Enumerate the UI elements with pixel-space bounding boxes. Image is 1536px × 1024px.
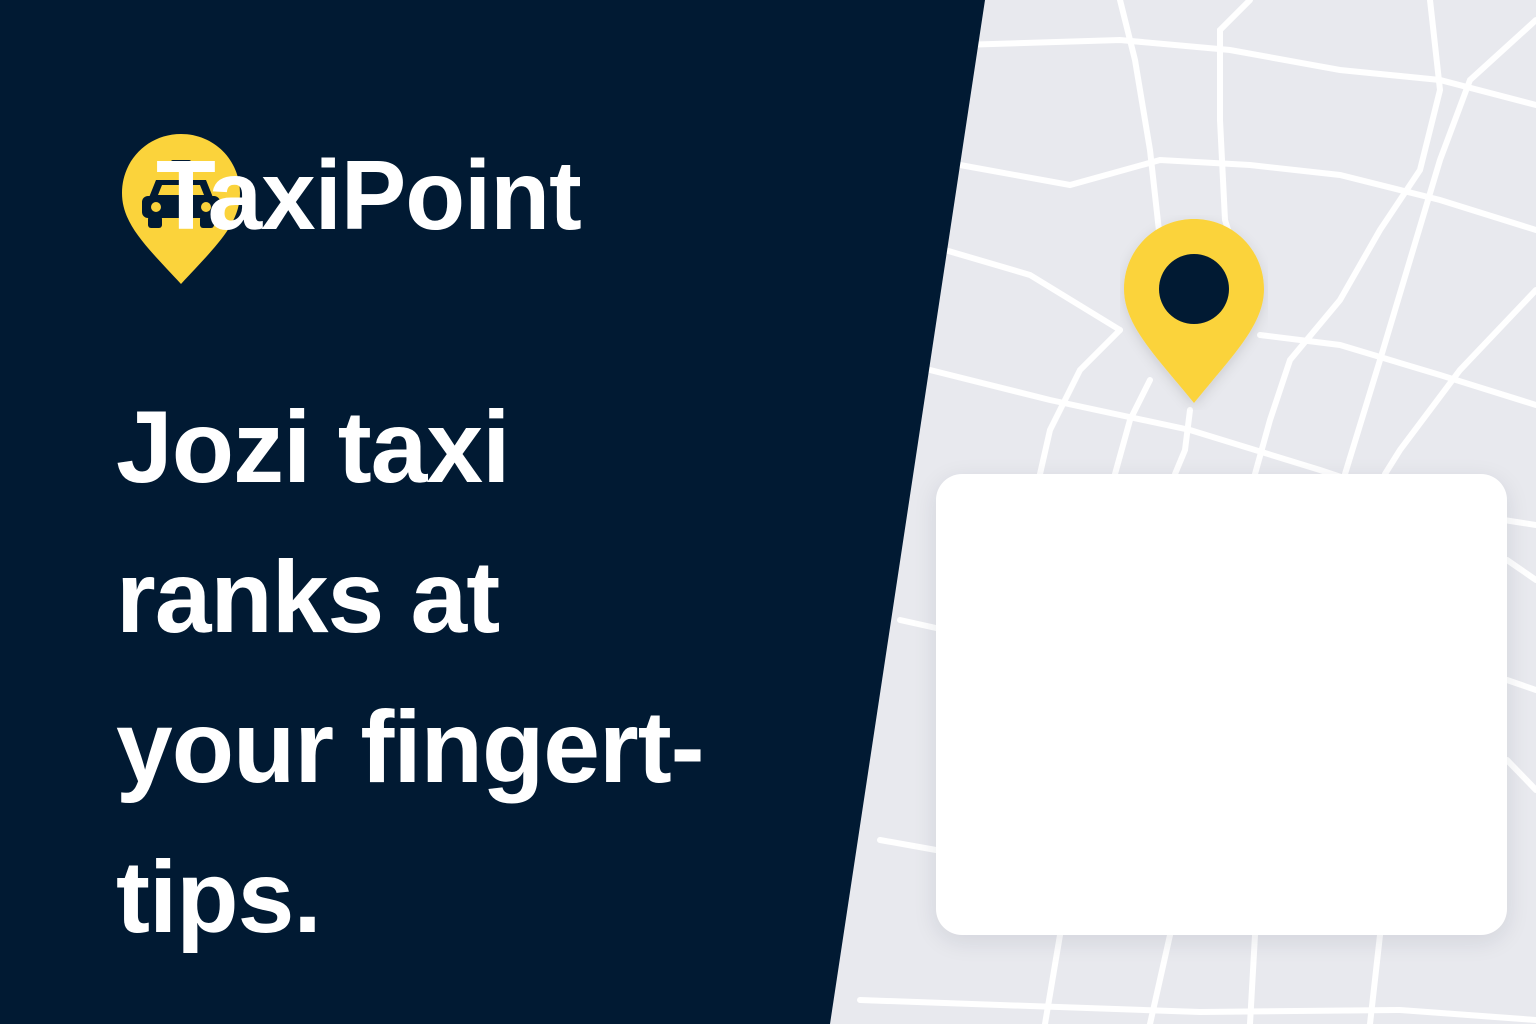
brand-name: TaxiPoint (156, 140, 582, 250)
location-pin-icon[interactable] (1120, 215, 1268, 410)
info-card[interactable] (936, 474, 1507, 935)
headline: Jozi taxi ranks at your fingert- tips. (116, 372, 836, 972)
headline-line: tips. (116, 840, 322, 954)
headline-line: Jozi taxi (116, 390, 510, 504)
headline-line: your fingert- (116, 690, 705, 804)
headline-line: ranks at (116, 540, 500, 654)
